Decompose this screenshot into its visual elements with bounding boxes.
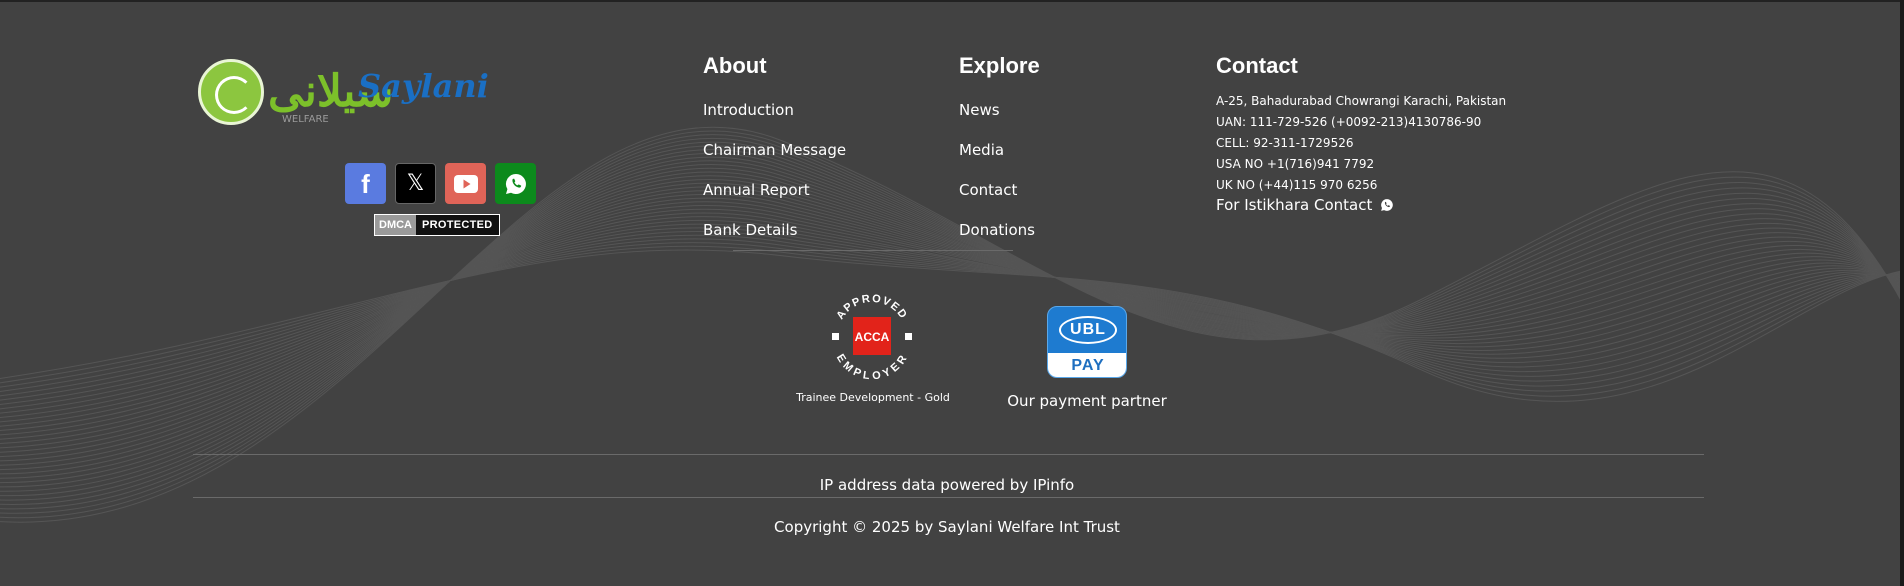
logo-english-text: Saylani bbox=[358, 67, 489, 105]
wave-line bbox=[0, 190, 1904, 449]
wave-line bbox=[0, 145, 1904, 501]
copyright-text: Copyright © 2025 by Saylani Welfare Int … bbox=[774, 518, 1120, 536]
wave-line bbox=[0, 160, 1904, 483]
link-bank-details[interactable]: Bank Details bbox=[703, 220, 797, 240]
top-border bbox=[0, 0, 1904, 2]
social-links: f 𝕏 bbox=[345, 163, 545, 204]
contact-uk: UK NO (+44)115 970 6256 bbox=[1216, 178, 1378, 192]
wave-line bbox=[0, 141, 1904, 505]
scrollbar-track[interactable] bbox=[1900, 0, 1904, 586]
wave-line bbox=[0, 149, 1904, 497]
wave-line bbox=[0, 234, 1904, 397]
links-divider bbox=[733, 250, 1013, 251]
x-button[interactable]: 𝕏 bbox=[395, 163, 436, 204]
whatsapp-button[interactable] bbox=[495, 163, 536, 204]
ubl-pay-text: PAY bbox=[1048, 353, 1126, 377]
logo-subtitle: WELFARE bbox=[282, 114, 329, 125]
payment-partner-caption: Our payment partner bbox=[1007, 392, 1167, 410]
wave-line bbox=[0, 216, 1904, 418]
wave-line bbox=[0, 238, 1904, 392]
wave-line bbox=[0, 152, 1904, 492]
logo-emblem bbox=[198, 59, 264, 125]
wave-line bbox=[0, 164, 1904, 479]
ipinfo-credit[interactable]: IP address data powered by IPinfo bbox=[0, 475, 1894, 495]
contact-uan: UAN: 111-729-526 (+0092-213)4130786-90 bbox=[1216, 115, 1482, 129]
link-media[interactable]: Media bbox=[959, 140, 1004, 160]
acca-bottom-text: EMPLOYER bbox=[834, 352, 909, 380]
link-chairman-message[interactable]: Chairman Message bbox=[703, 140, 846, 160]
wave-line bbox=[0, 249, 1904, 402]
whatsapp-icon bbox=[505, 173, 526, 194]
explore-heading: Explore bbox=[959, 53, 1040, 78]
wave-line bbox=[0, 130, 1904, 519]
wave-line bbox=[0, 223, 1904, 410]
wave-line bbox=[0, 126, 1904, 523]
contact-usa: USA NO +1(716)941 7792 bbox=[1216, 157, 1375, 171]
wave-line bbox=[0, 175, 1904, 466]
wave-line bbox=[0, 186, 1904, 453]
dmca-protected-label: PROTECTED bbox=[416, 215, 499, 235]
dmca-label: DMCA bbox=[375, 215, 416, 235]
link-annual-report[interactable]: Annual Report bbox=[703, 180, 810, 200]
wave-line bbox=[0, 245, 1904, 397]
wave-line bbox=[0, 171, 1904, 470]
facebook-icon: f bbox=[361, 168, 370, 199]
acca-caption: Trainee Development - Gold bbox=[796, 391, 950, 404]
acca-approved-employer-badge: APPROVED EMPLOYER ACCA bbox=[832, 293, 912, 380]
dmca-badge[interactable]: DMCA PROTECTED bbox=[374, 214, 500, 236]
saylani-logo[interactable]: سیلانی Saylani WELFARE bbox=[198, 56, 489, 130]
wave-line bbox=[0, 167, 1904, 475]
link-introduction[interactable]: Introduction bbox=[703, 100, 794, 120]
youtube-icon bbox=[453, 174, 478, 193]
wave-line bbox=[0, 242, 1904, 392]
contact-heading: Contact bbox=[1216, 53, 1298, 78]
wave-line bbox=[0, 182, 1904, 457]
facebook-button[interactable]: f bbox=[345, 163, 386, 204]
wave-line bbox=[0, 227, 1904, 405]
whatsapp-icon bbox=[1381, 199, 1394, 211]
link-donations[interactable]: Donations bbox=[959, 220, 1035, 240]
acca-logo-text: ACCA bbox=[855, 330, 890, 344]
wave-line bbox=[0, 134, 1904, 514]
wave-line bbox=[0, 193, 1904, 444]
wave-line bbox=[0, 156, 1904, 488]
contact-cell: CELL: 92-311-1729526 bbox=[1216, 136, 1354, 150]
istikhara-contact-link[interactable]: For Istikhara Contact bbox=[1216, 195, 1394, 215]
footer-divider-bottom bbox=[193, 497, 1704, 498]
about-heading: About bbox=[703, 53, 767, 78]
wave-line bbox=[0, 178, 1904, 462]
istikhara-label: For Istikhara Contact bbox=[1216, 196, 1373, 214]
contact-address: A-25, Bahadurabad Chowrangi Karachi, Pak… bbox=[1216, 94, 1507, 108]
svg-text:EMPLOYER: EMPLOYER bbox=[834, 352, 910, 380]
footer-divider-top bbox=[193, 454, 1704, 455]
link-news[interactable]: News bbox=[959, 100, 1000, 120]
x-icon: 𝕏 bbox=[406, 170, 425, 196]
wave-line bbox=[0, 231, 1904, 401]
youtube-button[interactable] bbox=[445, 163, 486, 204]
ubl-logo-text: UBL bbox=[1059, 316, 1117, 344]
link-contact[interactable]: Contact bbox=[959, 180, 1017, 200]
ubl-pay-logo[interactable]: UBL PAY bbox=[1047, 306, 1127, 378]
